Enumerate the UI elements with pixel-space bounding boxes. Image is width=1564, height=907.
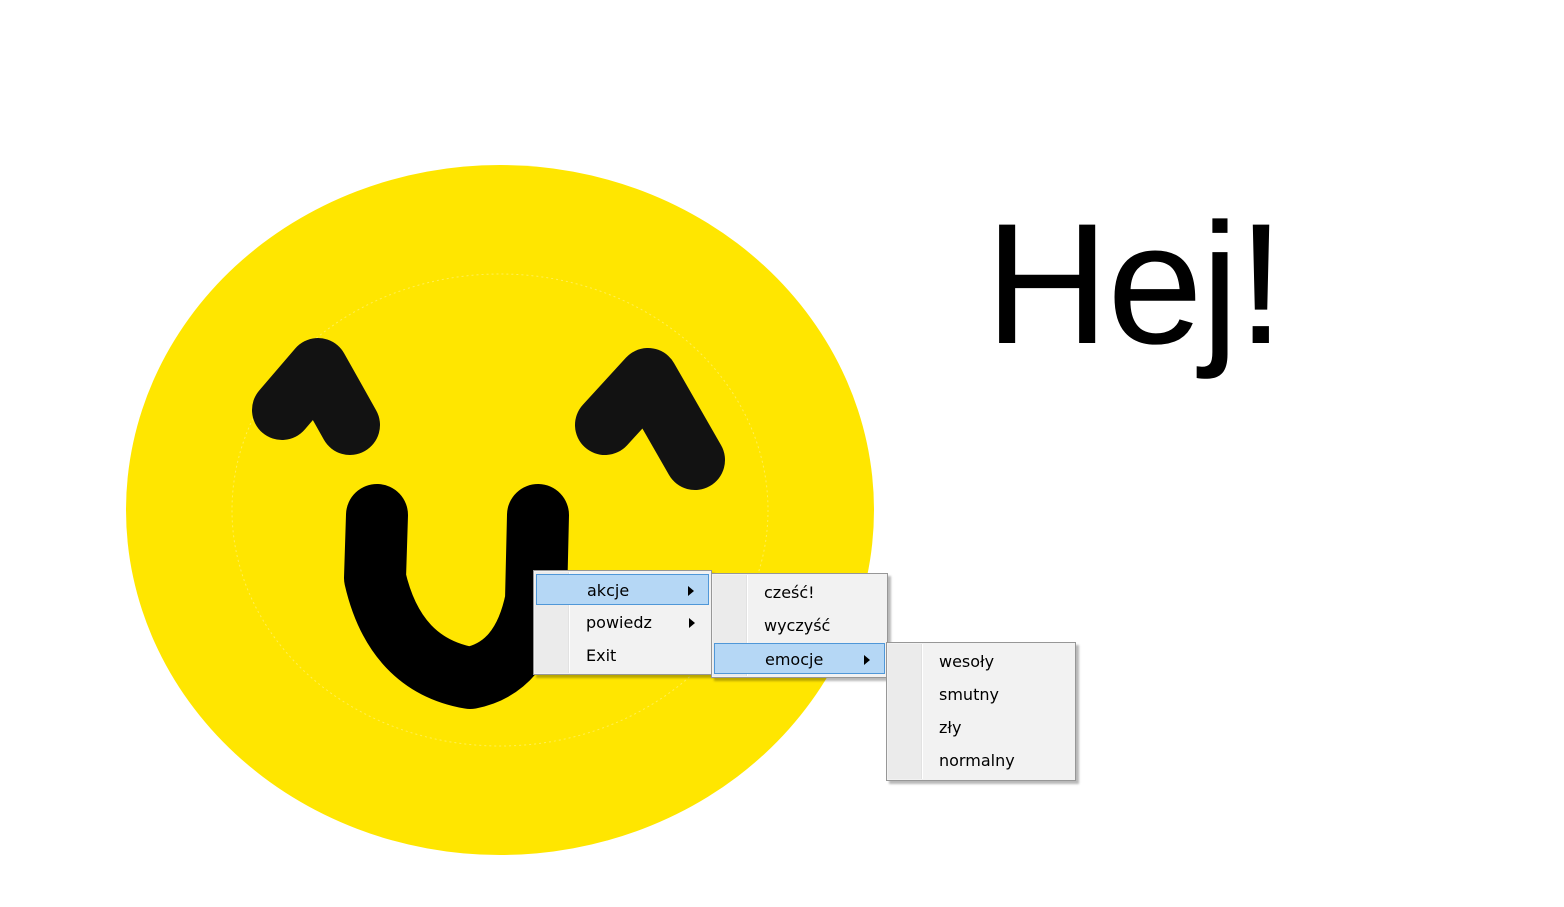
- menu-item-emocje[interactable]: emocje: [714, 643, 885, 674]
- menu-item-label: Exit: [586, 646, 617, 665]
- emocje-submenu: wesoły smutny zły normalny: [886, 642, 1076, 781]
- menu-item-label: zły: [939, 718, 962, 737]
- menu-item-label: cześć!: [764, 583, 815, 602]
- greeting-text: Hej!: [985, 188, 1285, 380]
- menu-item-label: powiedz: [586, 613, 652, 632]
- menu-item-label: wyczyść: [764, 616, 831, 635]
- menu-item-powiedz[interactable]: powiedz: [536, 607, 709, 638]
- akcje-submenu: cześć! wyczyść emocje: [711, 573, 888, 678]
- menu-item-label: akcje: [587, 581, 630, 600]
- menu-item-akcje[interactable]: akcje: [536, 574, 709, 605]
- menu-item-label: smutny: [939, 685, 999, 704]
- menu-item-normalny[interactable]: normalny: [889, 745, 1073, 776]
- menu-item-wyczysc[interactable]: wyczyść: [714, 610, 885, 641]
- menu-item-exit[interactable]: Exit: [536, 640, 709, 671]
- app-canvas[interactable]: Hej! akcje powiedz Exit cześć! wyczyść e…: [0, 0, 1564, 907]
- menu-item-label: emocje: [765, 650, 824, 669]
- menu-item-wesoly[interactable]: wesoły: [889, 646, 1073, 677]
- face-circle: [126, 165, 874, 855]
- menu-item-zly[interactable]: zły: [889, 712, 1073, 743]
- menu-item-czesc[interactable]: cześć!: [714, 577, 885, 608]
- submenu-arrow-icon: [688, 586, 694, 596]
- left-eye: [252, 338, 380, 455]
- menu-item-label: normalny: [939, 751, 1015, 770]
- submenu-arrow-icon: [689, 618, 695, 628]
- submenu-arrow-icon: [864, 655, 870, 665]
- context-menu: akcje powiedz Exit: [533, 570, 712, 675]
- smiley-face-drawing: [126, 165, 874, 855]
- menu-item-label: wesoły: [939, 652, 995, 671]
- menu-item-smutny[interactable]: smutny: [889, 679, 1073, 710]
